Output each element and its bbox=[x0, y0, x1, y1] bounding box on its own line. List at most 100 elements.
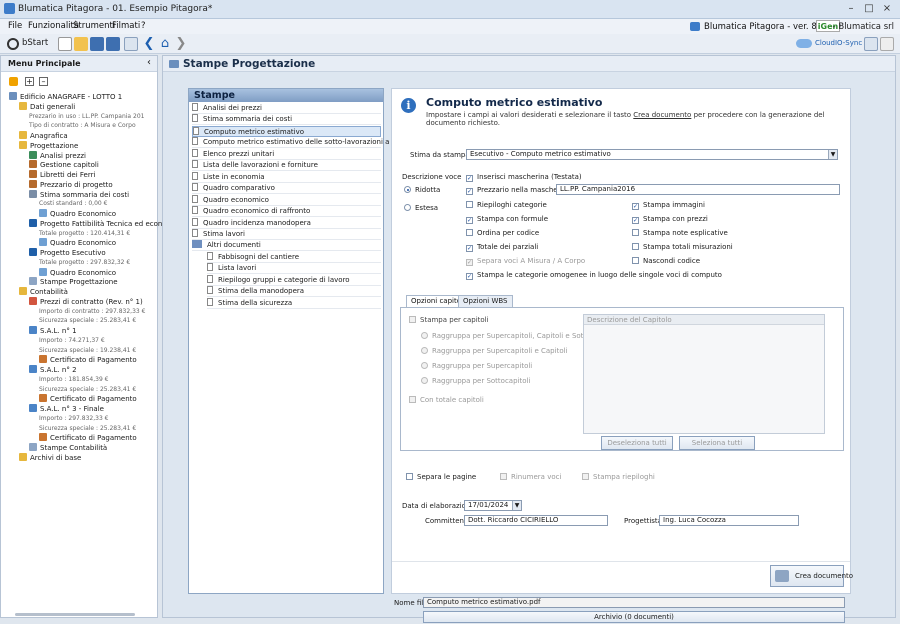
tree-item[interactable]: Stampe Contabilità bbox=[29, 443, 107, 452]
stampe-item[interactable]: Riepilogo gruppi e categorie di lavoro bbox=[207, 274, 381, 286]
capitoli-grid[interactable]: Descrizione del Capitolo bbox=[583, 314, 825, 434]
tree-item[interactable]: S.A.L. n° 2 bbox=[29, 365, 77, 374]
print-icon[interactable] bbox=[124, 37, 138, 51]
stampe-item[interactable]: Stima lavori bbox=[192, 228, 381, 240]
tree-item[interactable]: Quadro Economico bbox=[39, 267, 116, 277]
tree-item[interactable]: Gestione capitoli bbox=[29, 160, 99, 169]
stampe-item[interactable]: Lista delle lavorazioni e forniture bbox=[192, 160, 381, 172]
export-icon[interactable] bbox=[880, 37, 894, 51]
committente-input[interactable]: Dott. Riccardo CICIRIELLO bbox=[464, 515, 608, 526]
close-icon[interactable]: × bbox=[880, 3, 894, 15]
radio-raggruppa-2[interactable]: Raggruppa per Supercapitoli e Capitoli bbox=[421, 347, 568, 356]
menu-strumenti[interactable]: Strumenti bbox=[73, 21, 115, 31]
cb-totale-parziali[interactable]: ✓ Totale dei parziali bbox=[466, 243, 538, 252]
tree-item[interactable]: Anagrafica bbox=[19, 131, 68, 140]
tree-item[interactable]: Progettazione bbox=[19, 140, 78, 150]
cloud-icon[interactable] bbox=[796, 39, 812, 48]
stampe-item[interactable]: Stima della manodopera bbox=[207, 286, 381, 298]
stampe-item[interactable]: Liste in economia bbox=[192, 171, 381, 183]
cb-ordina-codice[interactable]: Ordina per codice bbox=[466, 229, 539, 238]
tab-opzioni-wbs[interactable]: Opzioni WBS bbox=[458, 295, 513, 307]
tree-item[interactable]: Certificato di Pagamento bbox=[39, 394, 137, 403]
stampe-item[interactable]: Stima sommaria dei costi bbox=[192, 114, 381, 126]
cb-stampa-riepiloghi[interactable]: Stampa riepiloghi bbox=[582, 473, 655, 482]
cb-riepiloghi[interactable]: Riepiloghi categorie bbox=[466, 201, 547, 210]
menu-funzionalita[interactable]: Funzionalità bbox=[28, 21, 79, 31]
radio-raggruppa-4[interactable]: Raggruppa per Sottocapitoli bbox=[421, 377, 530, 386]
prezzario-input[interactable]: LL.PP. Campania2016 bbox=[556, 184, 840, 195]
expand-all-icon[interactable]: + bbox=[25, 77, 34, 86]
crea-documento-button[interactable]: Crea documento bbox=[770, 565, 853, 587]
tree-item[interactable]: Prezzi di contratto (Rev. n° 1) bbox=[29, 296, 143, 306]
stampe-item[interactable]: Quadro comparativo bbox=[192, 183, 381, 195]
radio-ridotta[interactable]: Ridotta bbox=[404, 186, 440, 195]
seleziona-tutti-button[interactable]: Seleziona tutti bbox=[679, 436, 755, 450]
progettista-input[interactable]: Ing. Luca Cocozza bbox=[659, 515, 799, 526]
tree-item[interactable]: S.A.L. n° 3 - Finale bbox=[29, 404, 104, 413]
minimize-icon[interactable]: – bbox=[844, 3, 858, 15]
radio-raggruppa-3[interactable]: Raggruppa per Supercapitoli bbox=[421, 362, 532, 371]
save-as-icon[interactable] bbox=[106, 37, 120, 51]
stampe-item[interactable]: Elenco prezzi unitari bbox=[192, 148, 381, 160]
stampe-group-altri[interactable]: Altri documenti bbox=[192, 240, 381, 252]
bstart-button[interactable]: bStart bbox=[22, 38, 48, 48]
cb-stampa-prezzi[interactable]: ✓ Stampa con prezzi bbox=[632, 215, 708, 224]
tree-item[interactable]: Dati generali bbox=[19, 101, 75, 111]
forward-arrow-icon[interactable]: ❯ bbox=[174, 37, 188, 51]
tree-item[interactable]: Edificio ANAGRAFE - LOTTO 1 bbox=[9, 92, 122, 101]
collapse-panel-icon[interactable]: ‹ bbox=[147, 57, 151, 68]
stampe-item[interactable]: Quadro economico bbox=[192, 194, 381, 206]
stampe-item[interactable]: Lista lavori bbox=[207, 263, 381, 275]
tree-item[interactable]: Quadro Economico bbox=[39, 238, 116, 247]
share-icon[interactable] bbox=[864, 37, 878, 51]
stampe-item[interactable]: Stima della sicurezza bbox=[207, 297, 381, 309]
tree-item[interactable]: Analisi prezzi bbox=[29, 150, 86, 160]
new-file-icon[interactable] bbox=[58, 37, 72, 51]
tree-item[interactable]: Prezzario di progetto bbox=[29, 179, 113, 189]
tree-item[interactable]: Progetto Esecutivo bbox=[29, 248, 106, 257]
cb-separa-voci[interactable]: ✓ Separa voci A Misura / A Corpo bbox=[466, 257, 585, 266]
menu-filmati[interactable]: Filmati bbox=[112, 21, 140, 31]
tree-item[interactable]: Certificato di Pagamento bbox=[39, 355, 137, 364]
tree-item[interactable]: Progetto Fattibilità Tecnica ed econo bbox=[29, 218, 167, 228]
tree-item[interactable]: Quadro Economico bbox=[39, 209, 116, 218]
maximize-icon[interactable]: □ bbox=[862, 3, 876, 15]
cb-omogenee[interactable]: ✓ Stampa le categorie omogenee in luogo d… bbox=[466, 271, 722, 280]
nome-file-input[interactable]: Computo metrico estimativo.pdf bbox=[423, 597, 845, 608]
cb-stampa-capitoli[interactable]: Stampa per capitoli bbox=[409, 316, 489, 325]
back-arrow-icon[interactable]: ❮ bbox=[142, 37, 156, 51]
stampe-item[interactable]: Computo metrico estimativo bbox=[192, 125, 381, 137]
menu-help[interactable]: ? bbox=[141, 21, 146, 31]
cb-totali-misurazioni[interactable]: Stampa totali misurazioni bbox=[632, 243, 733, 252]
cb-mascherina[interactable]: ✓ Inserisci mascherina (Testata) bbox=[466, 173, 582, 182]
cb-note[interactable]: Stampa note esplicative bbox=[632, 229, 728, 238]
cb-nascondi[interactable]: Nascondi codice bbox=[632, 257, 700, 266]
stampe-item[interactable]: Fabbisogni del cantiere bbox=[207, 251, 381, 263]
open-folder-icon[interactable] bbox=[74, 37, 88, 51]
collapse-all-icon[interactable]: – bbox=[39, 77, 48, 86]
deseleziona-tutti-button[interactable]: Deseleziona tutti bbox=[601, 436, 673, 450]
cb-totale-capitoli[interactable]: Con totale capitoli bbox=[409, 396, 484, 405]
cloud-sync-label[interactable]: CloudIO-Sync bbox=[815, 39, 862, 47]
tree-item[interactable]: Stima sommaria dei costi bbox=[29, 189, 129, 199]
data-input[interactable]: 17/01/2024 ▼ bbox=[464, 500, 522, 511]
horizontal-scrollbar[interactable] bbox=[15, 613, 135, 616]
tree-item[interactable]: Stampe Progettazione bbox=[29, 277, 118, 286]
stampe-item[interactable]: Quadro incidenza manodopera bbox=[192, 217, 381, 229]
tree-item[interactable]: Libretti dei Ferri bbox=[29, 170, 95, 179]
tree-item[interactable]: Contabilità bbox=[19, 287, 68, 296]
tree-item[interactable]: S.A.L. n° 1 bbox=[29, 326, 77, 335]
tree-item[interactable]: Archivi di base bbox=[19, 452, 81, 462]
radio-estesa[interactable]: Estesa bbox=[404, 204, 438, 213]
stima-select[interactable]: Esecutivo - Computo metrico estimativo ▼ bbox=[466, 149, 838, 160]
stampe-item[interactable]: Analisi dei prezzi bbox=[192, 103, 381, 114]
cb-separa-pagine[interactable]: Separa le pagine bbox=[406, 473, 476, 482]
archivio-button[interactable]: Archivio (0 documenti) bbox=[423, 611, 845, 623]
cb-stampa-formule[interactable]: ✓ Stampa con formule bbox=[466, 215, 548, 224]
stampe-item[interactable]: Computo metrico estimativo delle sotto-l… bbox=[192, 137, 411, 149]
cb-stampa-immagini[interactable]: ✓ Stampa immagini bbox=[632, 201, 705, 210]
refresh-icon[interactable] bbox=[9, 77, 18, 86]
menu-file[interactable]: File bbox=[8, 21, 22, 31]
tree-item[interactable]: Certificato di Pagamento bbox=[39, 433, 137, 442]
home-icon[interactable]: ⌂ bbox=[158, 37, 172, 51]
